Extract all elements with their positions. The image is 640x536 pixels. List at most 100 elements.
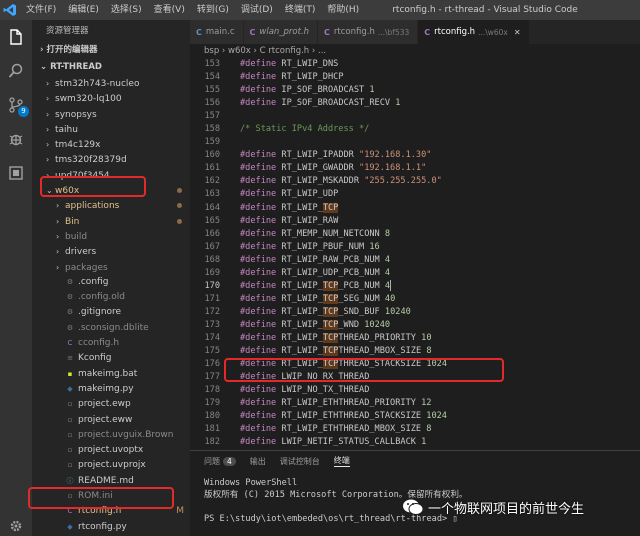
code-line[interactable]: 157: [190, 110, 640, 123]
tree-item-label: .gitignore: [78, 307, 122, 318]
file-item[interactable]: ▫ project.eww: [32, 413, 190, 428]
code-token: #define: [240, 241, 282, 252]
search-icon[interactable]: [0, 54, 32, 88]
breadcrumb[interactable]: bsp › w60x › C rtconfig.h › ...: [190, 44, 640, 58]
code-line[interactable]: 175 #define RT_LWIP_TCPTHREAD_MBOX_SIZE 8: [190, 345, 640, 358]
code-line[interactable]: 172 #define RT_LWIP_TCP_SND_BUF 10240: [190, 306, 640, 319]
file-item[interactable]: ▪ makeimg.bat: [32, 367, 190, 382]
chevron-icon: ›: [46, 79, 50, 88]
code-line[interactable]: 159: [190, 136, 640, 149]
code-token: TCP: [322, 293, 339, 304]
folder-item[interactable]: › tms320f28379d: [32, 152, 190, 167]
folder-item[interactable]: › Bin: [32, 214, 190, 229]
code-line[interactable]: 182 #define LWIP_NETIF_STATUS_CALLBACK 1: [190, 436, 640, 449]
folder-item[interactable]: › upd70f3454: [32, 168, 190, 183]
code-line[interactable]: 176 #define RT_LWIP_TCPTHREAD_STACKSIZE 1…: [190, 358, 640, 371]
code-token: 4: [384, 254, 391, 265]
file-item[interactable]: Ccconfig.h: [32, 336, 190, 351]
file-item[interactable]: ≡ Kconfig: [32, 351, 190, 366]
explorer-icon[interactable]: [0, 20, 32, 54]
code-line[interactable]: 169 #define RT_LWIP_UDP_PCB_NUM 4: [190, 267, 640, 280]
menu-item[interactable]: 终端(T): [279, 0, 322, 20]
code-line[interactable]: 177 #define LWIP_NO_RX_THREAD: [190, 371, 640, 384]
tree-item-label: project.uvguix.Brown: [78, 429, 174, 440]
folder-item[interactable]: › taihu: [32, 122, 190, 137]
code-line[interactable]: 171 #define RT_LWIP_TCP_SEG_NUM 40: [190, 293, 640, 306]
code-line[interactable]: 179 #define RT_LWIP_ETHTHREAD_PRIORITY 12: [190, 397, 640, 410]
code-line[interactable]: 166 #define RT_MEMP_NUM_NETCONN 8: [190, 228, 640, 241]
file-item[interactable]: ▫ project.ewp: [32, 397, 190, 412]
tab-active[interactable]: Crtconfig.h ...\w60x ✕: [418, 20, 530, 44]
folder-item[interactable]: › synopsys: [32, 107, 190, 122]
folder-item[interactable]: › build: [32, 229, 190, 244]
code-token: #define: [240, 228, 282, 239]
code-line[interactable]: 163 #define RT_LWIP_UDP: [190, 188, 640, 201]
file-item[interactable]: ▫ project.uvoptx: [32, 443, 190, 458]
file-item[interactable]: ◆ makeimg.py: [32, 382, 190, 397]
code-line[interactable]: 164 #define RT_LWIP_TCP: [190, 202, 640, 215]
file-item[interactable]: ⚙ .config: [32, 275, 190, 290]
file-item[interactable]: ◆ rtconfig.py: [32, 520, 190, 535]
settings-gear-icon[interactable]: [0, 516, 32, 536]
code-line[interactable]: 173 #define RT_LWIP_TCP_WND 10240: [190, 319, 640, 332]
code-token: RT_LWIP_: [281, 319, 323, 330]
extensions-icon[interactable]: [0, 156, 32, 190]
file-item[interactable]: ⚙ .gitignore: [32, 305, 190, 320]
code-line[interactable]: 170 #define RT_LWIP_TCP_PCB_NUM 4: [190, 279, 640, 293]
menu-item[interactable]: 查看(V): [148, 0, 191, 20]
tab[interactable]: Crtconfig.h ...\bf533: [318, 20, 419, 44]
open-editors-section[interactable]: › 打开的编辑器: [32, 42, 190, 59]
code-line[interactable]: 156 #define IP_SOF_BROADCAST_RECV 1: [190, 97, 640, 110]
menu-item[interactable]: 帮助(H): [321, 0, 365, 20]
line-number: 169: [204, 267, 220, 278]
folder-item[interactable]: › packages: [32, 260, 190, 275]
menu-item[interactable]: 选择(S): [105, 0, 148, 20]
folder-item[interactable]: › stm32h743-nucleo: [32, 76, 190, 91]
line-number: 172: [204, 306, 220, 317]
code-line[interactable]: 155 #define IP_SOF_BROADCAST 1: [190, 84, 640, 97]
panel-tab[interactable]: 终端: [333, 455, 350, 467]
menu-item[interactable]: 编辑(E): [62, 0, 105, 20]
folder-item[interactable]: › tm4c129x: [32, 137, 190, 152]
code-line[interactable]: 167 #define RT_LWIP_PBUF_NUM 16: [190, 241, 640, 254]
code-line[interactable]: 160 #define RT_LWIP_IPADDR "192.168.1.30": [190, 149, 640, 162]
folder-item[interactable]: › swm320-lq100: [32, 91, 190, 106]
file-item[interactable]: ⚙ .sconsign.dblite: [32, 321, 190, 336]
text-cursor: [390, 279, 392, 291]
code-line[interactable]: 165 #define RT_LWIP_RAW: [190, 215, 640, 228]
code-line[interactable]: 162 #define RT_LWIP_MSKADDR "255.255.255.…: [190, 175, 640, 188]
folder-item[interactable]: › drivers: [32, 244, 190, 259]
tab[interactable]: Cwlan_prot.h: [243, 20, 319, 44]
code-line[interactable]: 158 /* Static IPv4 Address */: [190, 123, 640, 136]
file-item[interactable]: ⚙ .config.old: [32, 290, 190, 305]
debug-icon[interactable]: [0, 122, 32, 156]
source-control-icon[interactable]: 9: [0, 88, 32, 122]
panel-tab[interactable]: 输出: [250, 456, 266, 467]
file-item[interactable]: ⓘ README.md: [32, 474, 190, 489]
file-item[interactable]: Crtconfig.h M: [32, 504, 190, 519]
code-line[interactable]: 168 #define RT_LWIP_RAW_PCB_NUM 4: [190, 254, 640, 267]
menu-item[interactable]: 文件(F): [20, 0, 62, 20]
file-item[interactable]: ▫ project.uvguix.Brown: [32, 428, 190, 443]
folder-item[interactable]: › applications: [32, 198, 190, 213]
menu-item[interactable]: 调试(D): [235, 0, 279, 20]
file-item[interactable]: ▫ project.uvprojx: [32, 458, 190, 473]
code-line[interactable]: 174 #define RT_LWIP_TCPTHREAD_PRIORITY 10: [190, 332, 640, 345]
code-line[interactable]: 153 #define RT_LWIP_DNS: [190, 58, 640, 71]
menu-item[interactable]: 转到(G): [191, 0, 235, 20]
code-line[interactable]: 181 #define RT_LWIP_ETHTHREAD_MBOX_SIZE 8: [190, 423, 640, 436]
tree-item-label: tms320f28379d: [55, 155, 127, 166]
code-editor[interactable]: 153 #define RT_LWIP_DNS 154 #define RT_LWIP…: [190, 58, 640, 450]
code-line[interactable]: 154 #define RT_LWIP_DHCP: [190, 71, 640, 84]
code-line[interactable]: 180 #define RT_LWIP_ETHTHREAD_STACKSIZE 1…: [190, 410, 640, 423]
code-line[interactable]: 161 #define RT_LWIP_GWADDR "192.168.1.1": [190, 162, 640, 175]
tab[interactable]: Cmain.c: [190, 20, 244, 44]
workspace-root[interactable]: ⌄ RT-THREAD: [32, 59, 190, 76]
panel-tab[interactable]: 问题 4: [204, 456, 236, 467]
code-line[interactable]: 178 #define LWIP_NO_TX_THREAD: [190, 384, 640, 397]
close-icon[interactable]: ✕: [514, 28, 521, 37]
code-token: RT_LWIP_DNS: [281, 59, 339, 69]
folder-item[interactable]: ⌄ w60x: [32, 183, 190, 198]
file-item[interactable]: ▫ ROM.ini: [32, 489, 190, 504]
panel-tab[interactable]: 调试控制台: [280, 456, 320, 467]
